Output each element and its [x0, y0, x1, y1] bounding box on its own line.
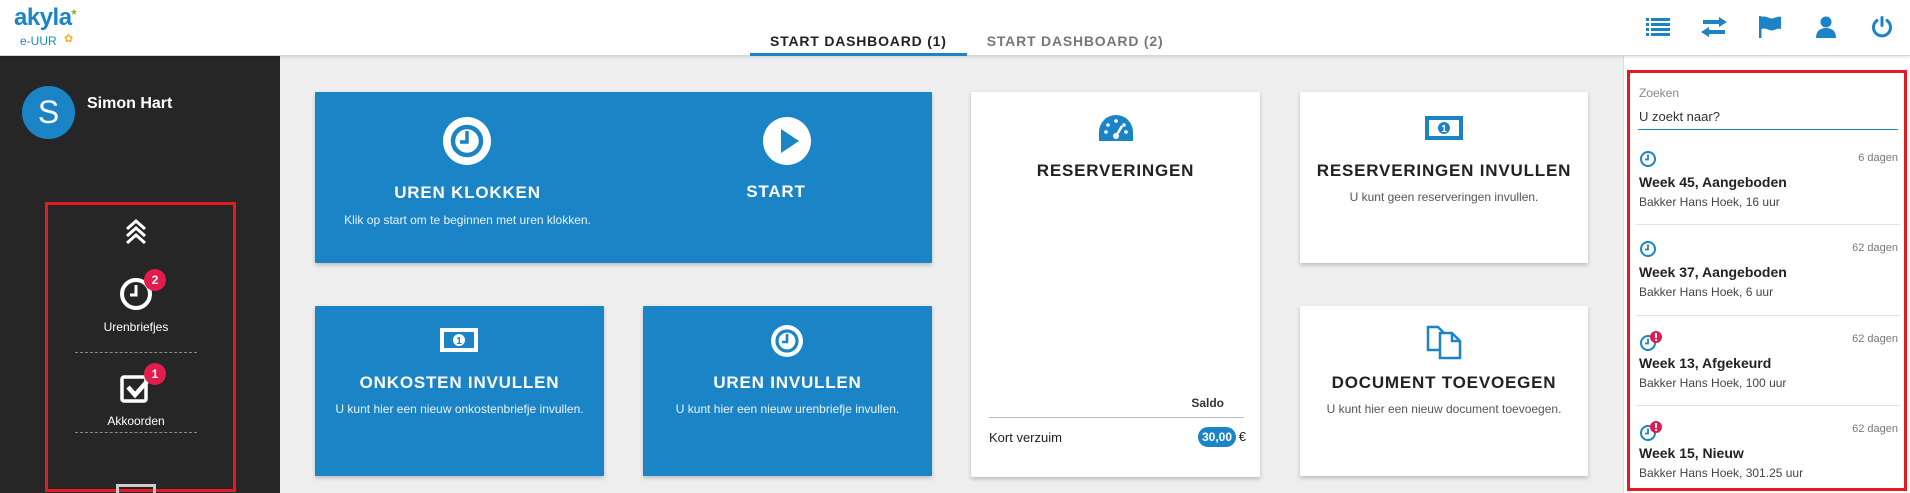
recent-item-age: 62 dagen [1852, 242, 1898, 254]
card-title: UREN KLOKKEN [394, 183, 541, 202]
start-button[interactable]: START [625, 182, 927, 202]
card-description: U kunt hier een nieuw urenbriefje invull… [675, 402, 900, 416]
card-title: RESERVERINGEN INVULLEN [1316, 161, 1572, 180]
banknote-icon: 1 [1424, 114, 1464, 147]
logo-flower-icon: ✿ [64, 33, 74, 45]
recent-item[interactable]: 6 dagen Week 45, Aangeboden Bakker Hans … [1636, 150, 1900, 241]
reservation-value: 30,00 [1197, 427, 1236, 447]
divider [989, 417, 1244, 418]
card-title: ONKOSTEN INVULLEN [359, 373, 560, 392]
recent-item-subtitle: Bakker Hans Hoek, 6 uur [1639, 285, 1774, 299]
top-bar: akyla ★ e-UUR ✿ START DASHBOARD (1) STAR… [0, 0, 1910, 56]
search-label: Zoeken [1639, 86, 1680, 100]
banknote-icon: 1 [439, 326, 479, 359]
recent-item-title: Week 13, Afgekeurd [1639, 355, 1772, 371]
toolbar-icons [1630, 12, 1910, 42]
notification-badge: 2 [144, 269, 166, 291]
logo-sub: e-UUR [20, 34, 57, 48]
search-input[interactable] [1638, 104, 1898, 130]
divider [1636, 405, 1900, 406]
clock-icon [1639, 150, 1661, 172]
card-description: U kunt hier een nieuw document toevoegen… [1326, 402, 1562, 416]
card-title: DOCUMENT TOEVOEGEN [1331, 373, 1557, 392]
svg-text:1: 1 [456, 336, 462, 347]
card-description: U kunt hier een nieuw onkostenbriefje in… [335, 402, 584, 416]
divider [1636, 224, 1900, 225]
recent-item-subtitle: Bakker Hans Hoek, 301.25 uur [1639, 466, 1804, 480]
notification-badge: 1 [144, 363, 166, 385]
sidebar-item-label: Urenbriefjes [103, 320, 169, 334]
clock-icon: 2 [116, 269, 166, 314]
card-title: UREN INVULLEN [713, 373, 862, 392]
document-toevoegen-card[interactable]: DOCUMENT TOEVOEGEN U kunt hier een nieuw… [1300, 306, 1588, 476]
sidebar-item-akkoorden[interactable]: 1 Akkoorden [75, 363, 197, 428]
recent-item-age: 6 dagen [1858, 152, 1898, 164]
checkbox-icon: 1 [116, 363, 166, 408]
sidebar: S Simon Hart 2 Urenbriefjes 1 Akkoorden [0, 56, 280, 493]
tab-start-dashboard-2[interactable]: START DASHBOARD (2) [967, 26, 1184, 56]
saldo-header: Saldo [1191, 396, 1224, 410]
partial-icon [116, 484, 156, 493]
list-icon[interactable] [1630, 12, 1686, 42]
recent-item-age: 62 dagen [1852, 423, 1898, 435]
akyla-logo[interactable]: akyla ★ e-UUR ✿ [14, 4, 84, 50]
recent-item-title: Week 37, Aangeboden [1639, 264, 1787, 280]
clock-icon [770, 324, 804, 363]
recent-item-age: 62 dagen [1852, 333, 1898, 345]
speedometer-icon [1097, 113, 1135, 148]
flag-icon[interactable] [1742, 12, 1798, 42]
power-icon[interactable] [1854, 12, 1910, 42]
clock-icon [442, 116, 492, 171]
recent-item-title: Week 45, Aangeboden [1639, 174, 1787, 190]
svg-text:1: 1 [1441, 124, 1447, 135]
recent-item-title: Week 15, Nieuw [1639, 445, 1744, 461]
divider [75, 352, 197, 353]
dashboard-tabs: START DASHBOARD (1) START DASHBOARD (2) [750, 26, 1183, 56]
uren-invullen-card[interactable]: UREN INVULLEN U kunt hier een nieuw uren… [643, 306, 932, 476]
avatar[interactable]: S [22, 86, 75, 139]
card-title: RESERVERINGEN [1036, 161, 1195, 180]
clock-alert-icon [1639, 331, 1662, 353]
uren-klokken-card: UREN KLOKKEN Klik op start om te beginne… [315, 92, 932, 263]
clock-alert-icon [1639, 421, 1662, 443]
reserveringen-invullen-card[interactable]: 1 RESERVERINGEN INVULLEN U kunt geen res… [1300, 92, 1588, 263]
divider [75, 432, 197, 433]
card-description: U kunt geen reserveringen invullen. [1349, 190, 1539, 204]
recent-item[interactable]: 62 dagen Week 13, Afgekeurd Bakker Hans … [1636, 331, 1900, 422]
onkosten-invullen-card[interactable]: 1 ONKOSTEN INVULLEN U kunt hier een nieu… [315, 306, 604, 476]
recent-item[interactable]: 62 dagen Week 37, Aangeboden Bakker Hans… [1636, 240, 1900, 331]
card-description: Klik op start om te beginnen met uren kl… [344, 213, 591, 227]
recent-item-subtitle: Bakker Hans Hoek, 16 uur [1639, 195, 1780, 209]
user-name: Simon Hart [87, 95, 173, 112]
logo-brand: akyla [14, 4, 72, 31]
reservation-label: Kort verzuim [989, 430, 1062, 445]
reserveringen-card: RESERVERINGEN Saldo Kort verzuim 30,00 € [971, 92, 1260, 477]
clock-icon [1639, 240, 1661, 262]
recent-item[interactable]: 62 dagen Week 15, Nieuw Bakker Hans Hoek… [1636, 421, 1900, 493]
sidebar-item-label: Akkoorden [107, 414, 165, 428]
play-icon[interactable] [762, 116, 812, 171]
sidebar-item-urenbriefjes[interactable]: 2 Urenbriefjes [75, 269, 197, 334]
swap-icon[interactable] [1686, 12, 1742, 42]
logo-star-icon: ★ [70, 7, 79, 17]
recent-item-subtitle: Bakker Hans Hoek, 100 uur [1639, 376, 1787, 390]
chevrons-up-icon[interactable] [124, 218, 148, 246]
tab-start-dashboard-1[interactable]: START DASHBOARD (1) [750, 26, 967, 56]
user-icon[interactable] [1798, 12, 1854, 42]
documents-icon [1425, 322, 1463, 365]
currency-symbol: € [1238, 429, 1246, 444]
divider [1636, 315, 1900, 316]
